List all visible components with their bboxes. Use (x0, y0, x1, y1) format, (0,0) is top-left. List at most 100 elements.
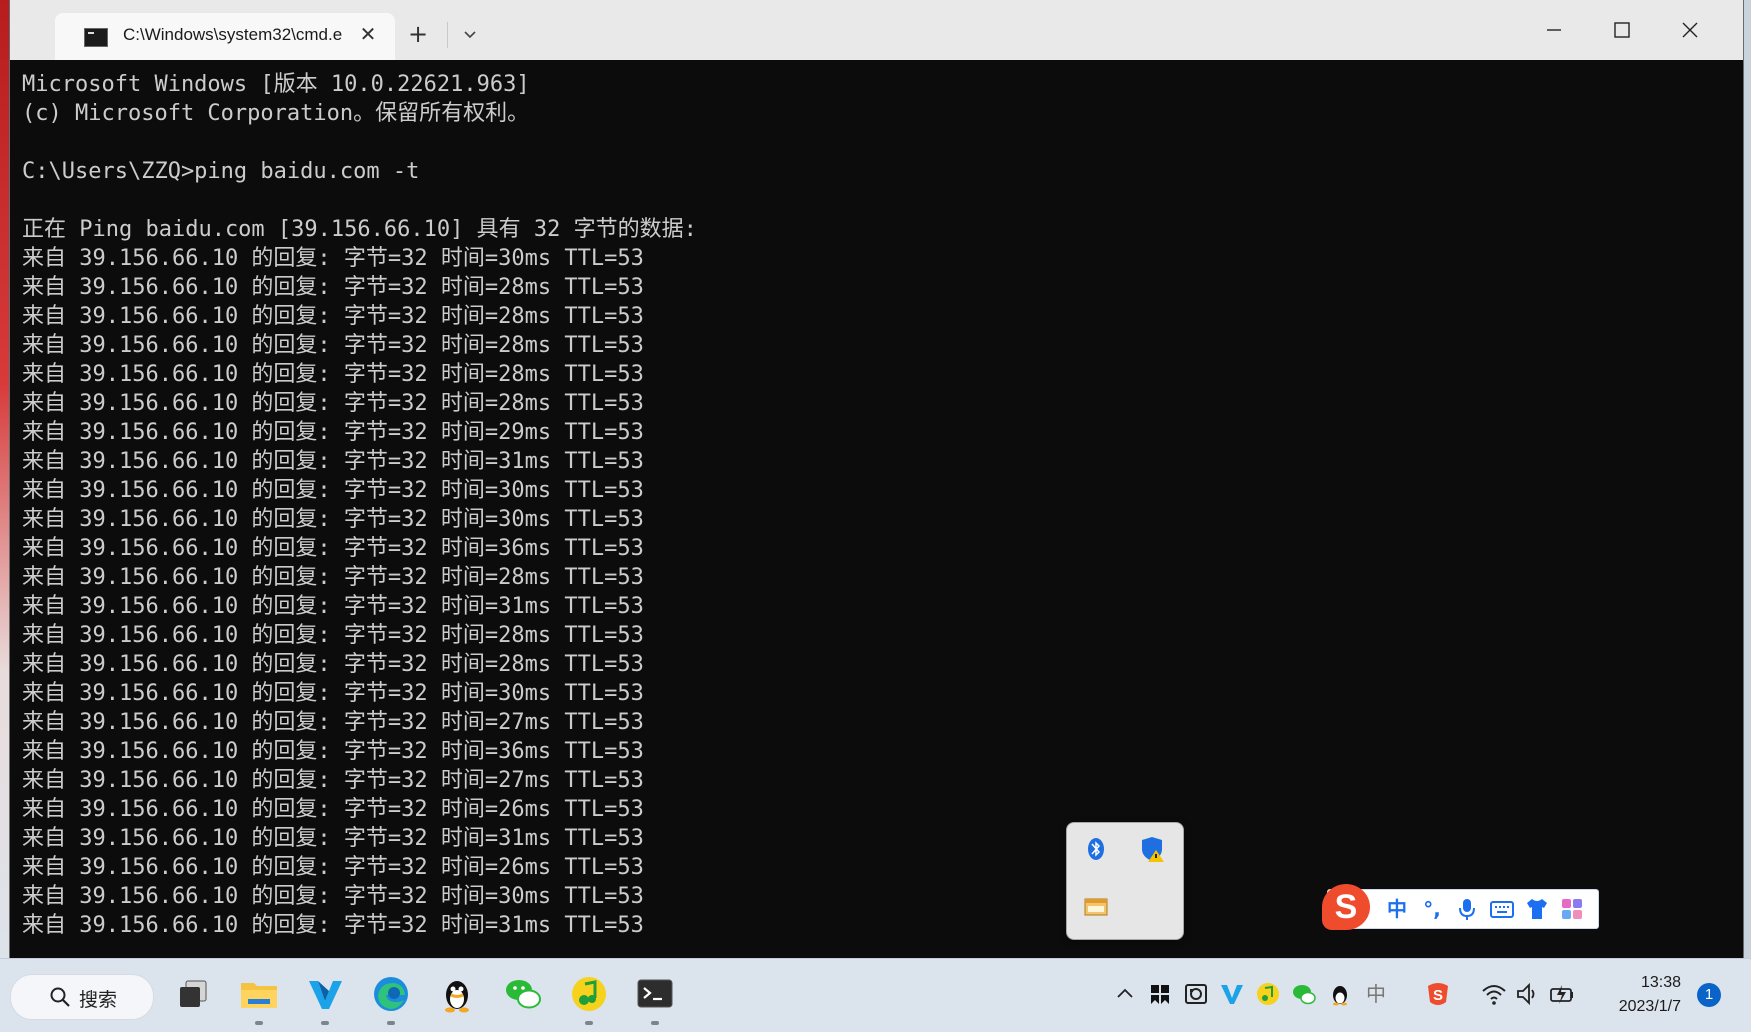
console-line: 来自 39.156.66.10 的回复: 字节=32 时间=36ms TTL=5… (22, 739, 644, 764)
maximize-button[interactable] (1599, 10, 1645, 50)
running-indicator (387, 1021, 395, 1025)
new-tab-button[interactable]: + (408, 22, 428, 46)
console-line: 来自 39.156.66.10 的回复: 字节=32 时间=31ms TTL=5… (22, 594, 644, 619)
tray-overflow-popup (1066, 822, 1184, 940)
security-shield-icon[interactable] (1139, 835, 1167, 863)
console-line: 来自 39.156.66.10 的回复: 字节=32 时间=31ms TTL=5… (22, 826, 644, 851)
sogou-icon: S (1428, 983, 1448, 1005)
maximize-icon (1614, 22, 1630, 38)
tab-close-button[interactable]: ✕ (355, 21, 381, 47)
console-line: 来自 39.156.66.10 的回复: 字节=32 时间=30ms TTL=5… (22, 478, 644, 503)
volume-button[interactable] (1514, 980, 1542, 1008)
tray-sogou[interactable]: S (1424, 980, 1452, 1008)
file-explorer-button[interactable] (236, 971, 282, 1025)
qq-penguin-icon (1333, 986, 1347, 1006)
minimize-icon (1547, 29, 1561, 31)
clock-time: 13:38 (1640, 974, 1681, 991)
task-view-button[interactable] (170, 971, 216, 1017)
wechat-button[interactable] (500, 971, 546, 1017)
console-line: 来自 39.156.66.10 的回复: 字节=32 时间=26ms TTL=5… (22, 797, 644, 822)
minimize-button[interactable] (1531, 10, 1577, 50)
svg-text:S: S (1433, 987, 1443, 1004)
tray-wechat[interactable] (1290, 980, 1318, 1008)
running-indicator (651, 1021, 659, 1025)
folder-icon (241, 983, 277, 1008)
terminal-window: C:\Windows\system32\cmd.e ✕ + Microsoft … (10, 0, 1743, 958)
bookmark-grid-icon (1151, 985, 1169, 1004)
qq-penguin-icon (445, 981, 469, 1013)
sync-box-icon (1185, 984, 1207, 1004)
search-icon (50, 987, 70, 1007)
console-line: 来自 39.156.66.10 的回复: 字节=32 时间=26ms TTL=5… (22, 855, 644, 880)
v-logo-icon (309, 981, 342, 1009)
terminal-button[interactable] (632, 971, 678, 1025)
console-line: 来自 39.156.66.10 的回复: 字节=32 时间=28ms TTL=5… (22, 391, 644, 416)
title-bar[interactable]: C:\Windows\system32\cmd.e ✕ + (10, 0, 1743, 60)
console-output[interactable]: Microsoft Windows [版本 10.0.22621.963] (c)… (22, 70, 1722, 950)
wallpaper-left (0, 0, 10, 960)
ime-punct-toggle[interactable]: °, (1419, 896, 1445, 922)
show-hidden-icons-button[interactable] (1111, 980, 1139, 1008)
battery-charging-icon (1550, 985, 1573, 1004)
close-window-button[interactable] (1667, 10, 1713, 50)
wechat-icon (1293, 985, 1316, 1005)
microphone-icon[interactable] (1454, 896, 1480, 922)
vpn-app-button[interactable] (302, 971, 348, 1025)
taskbar-search[interactable]: 搜索 (10, 974, 154, 1020)
console-line: 来自 39.156.66.10 的回复: 字节=32 时间=28ms TTL=5… (22, 565, 644, 590)
task-view-icon (180, 980, 207, 1007)
tray-app-1[interactable] (1146, 980, 1174, 1008)
console-line: 来自 39.156.66.10 的回复: 字节=32 时间=28ms TTL=5… (22, 275, 644, 300)
console-line: Microsoft Windows [版本 10.0.22621.963] (22, 72, 530, 97)
skin-shirt-icon[interactable] (1524, 896, 1550, 922)
tab-cmd[interactable]: C:\Windows\system32\cmd.e ✕ (55, 13, 395, 60)
running-indicator (321, 1021, 329, 1025)
close-icon (1682, 22, 1698, 38)
edge-button[interactable] (368, 971, 414, 1025)
wallpaper-right (1743, 0, 1751, 960)
ime-toolbar[interactable]: S 中 °, (1322, 884, 1599, 930)
tab-dropdown-button[interactable] (459, 23, 481, 45)
tab-title: C:\Windows\system32\cmd.e (123, 25, 343, 44)
battery-button[interactable] (1548, 980, 1576, 1008)
cmd-icon (84, 28, 108, 47)
console-line: 来自 39.156.66.10 的回复: 字节=32 时间=31ms TTL=5… (22, 449, 644, 474)
sogou-logo[interactable]: S (1322, 884, 1370, 930)
notification-badge[interactable]: 1 (1697, 983, 1721, 1007)
tray-app-2[interactable] (1182, 980, 1210, 1008)
taskbar: 搜索 中 S 13:38 2023/1/7 1 (0, 958, 1751, 1032)
console-line: 来自 39.156.66.10 的回复: 字节=32 时间=28ms TTL=5… (22, 333, 644, 358)
tray-input-language[interactable]: 中 (1362, 980, 1390, 1008)
console-line: 来自 39.156.66.10 的回复: 字节=32 时间=30ms TTL=5… (22, 681, 644, 706)
console-line: 来自 39.156.66.10 的回复: 字节=32 时间=29ms TTL=5… (22, 420, 644, 445)
tray-qq[interactable] (1326, 980, 1354, 1008)
v-logo-icon (1221, 985, 1243, 1004)
console-line: 来自 39.156.66.10 的回复: 字节=32 时间=27ms TTL=5… (22, 768, 644, 793)
running-indicator (255, 1021, 263, 1025)
tray-vpn[interactable] (1218, 980, 1246, 1008)
running-indicator (585, 1021, 593, 1025)
console-line: 来自 39.156.66.10 的回复: 字节=32 时间=30ms TTL=5… (22, 507, 644, 532)
console-line: 正在 Ping baidu.com [39.156.66.10] 具有 32 字… (22, 217, 697, 242)
tray-music[interactable] (1254, 980, 1282, 1008)
wechat-icon (506, 980, 541, 1009)
toolbox-grid-icon[interactable] (1559, 896, 1585, 922)
keyboard-icon[interactable] (1489, 896, 1515, 922)
ime-mode-toggle[interactable]: 中 (1384, 896, 1410, 922)
wifi-icon (1482, 985, 1506, 1005)
bluetooth-icon[interactable] (1082, 835, 1110, 863)
wifi-button[interactable] (1480, 980, 1508, 1008)
music-note-icon (1257, 983, 1279, 1005)
console-line: (c) Microsoft Corporation。保留所有权利。 (22, 101, 530, 126)
console-line: C:\Users\ZZQ>ping baidu.com -t (22, 159, 420, 184)
music-app-button[interactable] (566, 971, 612, 1025)
chevron-up-icon (1117, 988, 1133, 998)
music-note-icon (572, 977, 606, 1011)
terminal-icon (637, 979, 673, 1008)
window-app-icon[interactable] (1082, 893, 1110, 921)
qq-button[interactable] (434, 971, 480, 1017)
system-clock[interactable]: 13:38 2023/1/7 (1605, 971, 1681, 1019)
tab-separator (447, 22, 448, 48)
